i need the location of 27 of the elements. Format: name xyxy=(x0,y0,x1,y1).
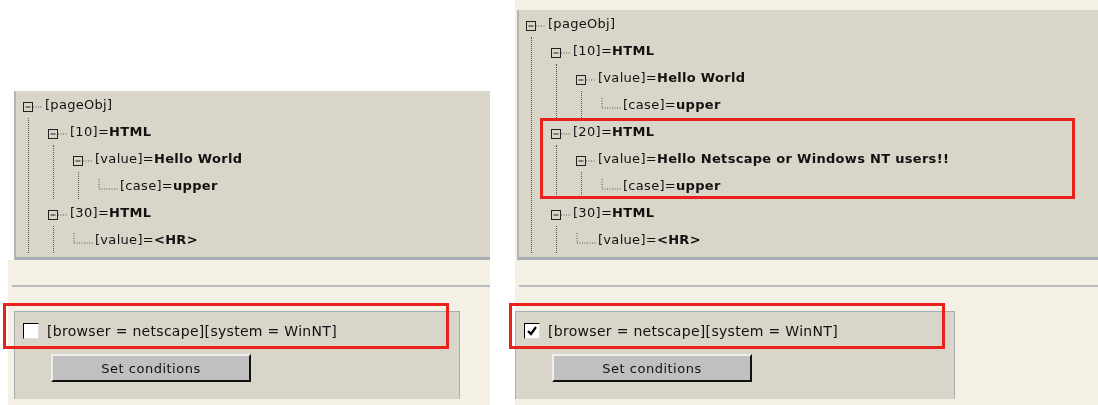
tree-node-label: [20]=HTML xyxy=(573,124,655,139)
tree-node-label: [30]=HTML xyxy=(573,205,655,220)
checkmark-icon xyxy=(526,325,538,337)
tree-node-label: [10]=HTML xyxy=(70,124,152,139)
tree-node-label: [value]=Hello World xyxy=(95,151,243,166)
tree-node-label: [case]=upper xyxy=(623,178,721,193)
tree-node-label: [30]=HTML xyxy=(70,205,152,220)
tree-connector-icon xyxy=(600,178,622,193)
tree-connector-icon xyxy=(575,232,597,247)
tree-connector-icon xyxy=(600,97,622,112)
tree-connector-icon xyxy=(72,232,94,247)
condition-label: [browser = netscape][system = WinNT] xyxy=(47,323,337,339)
tree-node-label: [value]=Hello World xyxy=(598,70,746,85)
condition-label: [browser = netscape][system = WinNT] xyxy=(548,323,838,339)
checkbox[interactable] xyxy=(23,323,39,339)
tree-node-label: [case]=upper xyxy=(623,97,721,112)
tree-connector-icon xyxy=(97,178,119,193)
tree-node-label: [10]=HTML xyxy=(573,43,655,58)
tree-node-label: [pageObj] xyxy=(548,16,616,31)
tree-node-label: [pageObj] xyxy=(45,97,113,112)
checkbox[interactable] xyxy=(524,323,540,339)
tree-node-label: [value]=Hello Netscape or Windows NT users!! xyxy=(598,151,950,166)
tree-node-label: [value]=<HR> xyxy=(95,232,198,247)
tree-node-label: [case]=upper xyxy=(120,178,218,193)
set-conditions-button[interactable]: Set conditions xyxy=(51,354,251,382)
tree-node-label: [value]=<HR> xyxy=(598,232,701,247)
set-conditions-button[interactable]: Set conditions xyxy=(552,354,752,382)
